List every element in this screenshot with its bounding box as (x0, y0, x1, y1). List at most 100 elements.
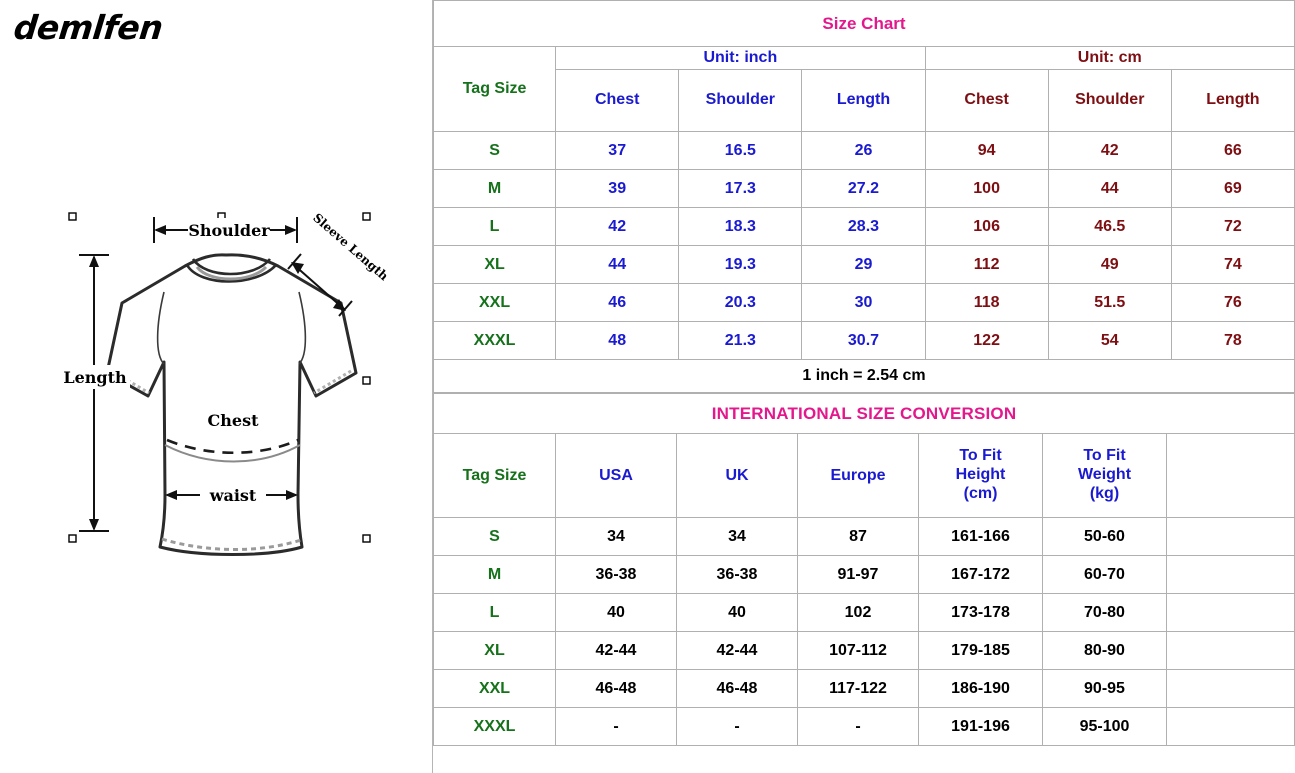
size-tables-panel: Size Chart Tag Size Unit: inch Unit: cm (432, 0, 1295, 773)
row-tag-size: M (487, 179, 502, 197)
row-tag-size: XXL (479, 293, 511, 311)
cell-length-cm: 66 (1224, 141, 1242, 159)
chest-label: Chest (208, 411, 260, 430)
header-shoulder-cm: Shoulder (1075, 91, 1145, 109)
cell-chest-inch: 42 (608, 217, 627, 235)
cell-chest-inch: 37 (608, 141, 627, 159)
cell-usa: 36-38 (595, 565, 637, 583)
cell-europe: 117-122 (829, 679, 887, 697)
cell-height: 173-178 (951, 603, 1010, 621)
cell-usa: 40 (607, 603, 625, 621)
table-row: XXXL - - - 191-196 95-100 (433, 707, 1295, 746)
brand-logo: demlfen (11, 8, 165, 47)
cell-uk: 40 (728, 603, 746, 621)
cell-europe: 91-97 (837, 565, 879, 583)
cell-length-inch: 28.3 (847, 217, 880, 235)
table-row: L 42 18.3 28.3 106 46.5 72 (432, 207, 1295, 246)
cell-height: 191-196 (951, 717, 1010, 735)
cell-shoulder-cm: 49 (1100, 255, 1119, 273)
table-row: XXL 46-48 46-48 117-122 186-190 90-95 (433, 669, 1295, 708)
cell-length-inch: 30 (854, 293, 873, 311)
table-row: M 39 17.3 27.2 100 44 69 (432, 169, 1295, 208)
length-arrow-top (89, 255, 99, 267)
row-tag-size: XXXL (473, 331, 516, 349)
cell-chest-inch: 44 (608, 255, 627, 273)
cell-weight: 90-95 (1084, 679, 1125, 697)
cell-chest-inch: 46 (608, 293, 627, 311)
cell-shoulder-inch: 16.5 (724, 141, 756, 159)
tshirt-measurement-diagram: Shoulder Chest waist Length Sleeve Lengt… (48, 195, 398, 565)
cell-height: 167-172 (951, 565, 1010, 583)
size-chart-title-row: Size Chart (433, 0, 1295, 47)
length-label: Length (63, 368, 127, 387)
cell-shoulder-inch: 19.3 (724, 255, 756, 273)
cell-shoulder-inch: 21.3 (724, 331, 756, 349)
waist-label: waist (209, 486, 257, 505)
cell-shoulder-cm: 44 (1100, 179, 1119, 197)
header-chest-inch: Chest (594, 91, 640, 109)
row-tag-size: M (487, 565, 502, 583)
cell-usa: 34 (607, 527, 625, 545)
table-row: XXXL 48 21.3 30.7 122 54 78 (432, 321, 1295, 360)
cell-shoulder-cm: 42 (1100, 141, 1119, 159)
cell-uk: 34 (728, 527, 746, 545)
table-row: L 40 40 102 173-178 70-80 (433, 593, 1295, 632)
cell-length-cm: 76 (1224, 293, 1242, 311)
header-to-fit-weight: To Fit Weight (kg) (1077, 447, 1132, 502)
unit-cm-header: Unit: cm (1077, 49, 1142, 66)
cell-length-cm: 78 (1224, 331, 1242, 349)
cell-usa: - (613, 717, 619, 735)
cell-uk: 36-38 (716, 565, 758, 583)
row-tag-size: L (489, 217, 500, 235)
size-chart-page: demlfen Shoulder Chest waist Length Slee… (0, 0, 1295, 773)
cell-usa: 46-48 (595, 679, 637, 697)
cell-shoulder-inch: 17.3 (724, 179, 756, 197)
table-row: XL 44 19.3 29 112 49 74 (432, 245, 1295, 284)
international-title: INTERNATIONAL SIZE CONVERSION (711, 403, 1017, 423)
header-spacer-cell (1165, 433, 1295, 518)
cell-shoulder-inch: 20.3 (724, 293, 756, 311)
header-uk: UK (725, 466, 749, 484)
length-arrow-bottom (89, 519, 99, 531)
cell-europe: - (855, 717, 861, 735)
row-tag-size: XXXL (473, 717, 516, 735)
tag-size-header: Tag Size (462, 80, 527, 97)
size-chart-title: Size Chart (822, 13, 906, 33)
cell-length-cm: 72 (1224, 217, 1242, 235)
header-length-cm: Length (1206, 91, 1260, 109)
unit-header-row: Tag Size Unit: inch Unit: cm (432, 46, 1295, 132)
table-row: S 34 34 87 161-166 50-60 (433, 517, 1295, 556)
international-header-row: Tag Size USA UK Europe To Fit Height (cm… (433, 433, 1295, 518)
cell-weight: 60-70 (1084, 565, 1125, 583)
cell-height: 161-166 (951, 527, 1010, 545)
cell-weight: 70-80 (1084, 603, 1125, 621)
sleeve-length-label: Sleeve Length (310, 211, 391, 284)
cell-shoulder-cm: 54 (1100, 331, 1119, 349)
arrow-head-right (285, 225, 297, 235)
cell-weight: 50-60 (1084, 527, 1125, 545)
cell-chest-cm: 118 (973, 293, 1000, 311)
tshirt-outline (105, 253, 358, 556)
cell-uk: - (734, 717, 740, 735)
garment-diagram-panel: demlfen Shoulder Chest waist Length Slee… (0, 0, 433, 773)
table-row: XXL 46 20.3 30 118 51.5 76 (432, 283, 1295, 322)
header-usa: USA (599, 466, 633, 484)
length-dimension-line (79, 254, 109, 532)
arrow-head-left (154, 225, 166, 235)
cell-uk: 46-48 (716, 679, 758, 697)
cell-weight: 80-90 (1084, 641, 1125, 659)
cell-length-cm: 74 (1224, 255, 1242, 273)
measure-header-row: Chest Shoulder Length Chest Shoulder Len… (434, 69, 1295, 132)
cell-height: 179-185 (951, 641, 1010, 659)
header-to-fit-height: To Fit Height (cm) (955, 447, 1006, 502)
conversion-note-row: 1 inch = 2.54 cm (433, 359, 1295, 393)
unit-inch-header: Unit: inch (703, 49, 778, 66)
cell-uk: 42-44 (716, 641, 758, 659)
tag-size-header-intl: Tag Size (462, 466, 527, 484)
cell-shoulder-cm: 51.5 (1094, 293, 1126, 311)
size-chart-table: Size Chart Tag Size Unit: inch Unit: cm (432, 0, 1295, 393)
table-row: XL 42-44 42-44 107-112 179-185 80-90 (433, 631, 1295, 670)
cell-chest-cm: 94 (977, 141, 996, 159)
row-tag-size: XL (484, 641, 505, 659)
header-chest-cm: Chest (964, 91, 1009, 109)
